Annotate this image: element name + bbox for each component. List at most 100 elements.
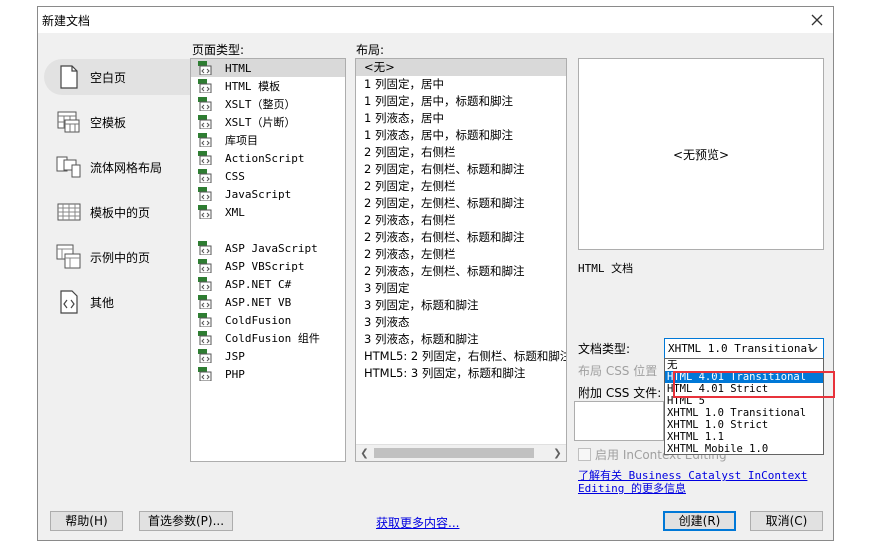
category-label: 空模板 — [90, 115, 127, 130]
incontext-checkbox[interactable] — [578, 448, 591, 461]
horizontal-scrollbar[interactable]: ❮ ❯ — [356, 444, 566, 461]
sample-page-icon — [56, 244, 82, 270]
file-icon — [198, 349, 212, 363]
file-icon — [198, 259, 212, 273]
layout-list[interactable]: <无> 1 列固定，居中 1 列固定，居中，标题和脚注 1 列液态，居中 1 列… — [355, 58, 567, 462]
list-item[interactable]: CSS — [191, 167, 345, 185]
help-button[interactable]: 帮助(H) — [50, 511, 123, 531]
layout-header: 布局: — [356, 43, 385, 57]
list-item[interactable]: JavaScript — [191, 185, 345, 203]
list-item[interactable]: ASP JavaScript — [191, 239, 345, 257]
layout-css-label: 布局 CSS 位置 — [578, 364, 658, 378]
list-item[interactable]: XSLT（整页） — [191, 95, 345, 113]
doctype-select[interactable]: XHTML 1.0 Transitional — [664, 338, 824, 359]
list-item[interactable]: 2 列液态，右侧栏 — [356, 212, 566, 229]
file-icon — [198, 61, 212, 75]
file-icon — [198, 97, 212, 111]
category-label: 模板中的页 — [90, 205, 151, 220]
list-item[interactable]: HTML5: 2 列固定，右侧栏、标题和脚注 — [356, 348, 566, 365]
attach-css-label: 附加 CSS 文件: — [578, 386, 662, 400]
dropdown-option[interactable]: XHTML Mobile 1.0 — [665, 443, 823, 455]
document-description: HTML 文档 — [578, 262, 634, 275]
page-type-list[interactable]: HTML HTML 模板 XSLT（整页） XSLT（片断） 库项目 Actio… — [190, 58, 346, 462]
list-item[interactable]: HTML 模板 — [191, 77, 345, 95]
fluid-grid-icon — [56, 154, 82, 180]
file-icon — [198, 187, 212, 201]
list-item[interactable]: ColdFusion — [191, 311, 345, 329]
category-page-from-sample[interactable]: 示例中的页 — [44, 239, 190, 275]
category-blank-page[interactable]: 空白页 — [44, 59, 190, 95]
dropdown-option[interactable]: 无 — [665, 359, 823, 371]
list-item[interactable]: 3 列固定 — [356, 280, 566, 297]
new-document-dialog: 新建文档 空白页 空模板 流体网格布局 模板中的页 示例中的页 其他 页面类型:… — [37, 6, 835, 541]
list-item[interactable]: 库项目 — [191, 131, 345, 149]
list-item[interactable]: 2 列固定，左侧栏、标题和脚注 — [356, 195, 566, 212]
business-catalyst-link[interactable]: 了解有关 Business Catalyst InContext Editing… — [578, 469, 808, 495]
category-label: 空白页 — [90, 70, 127, 85]
cancel-button[interactable]: 取消(C) — [750, 511, 823, 531]
file-icon — [198, 169, 212, 183]
category-label: 其他 — [90, 295, 115, 310]
list-item[interactable]: 3 列液态，标题和脚注 — [356, 331, 566, 348]
list-item[interactable]: 1 列固定，居中，标题和脚注 — [356, 93, 566, 110]
list-item[interactable]: ColdFusion 组件 — [191, 329, 345, 347]
dropdown-option[interactable]: XHTML 1.0 Strict — [665, 419, 823, 431]
list-item[interactable]: 3 列固定，标题和脚注 — [356, 297, 566, 314]
preview-text: <无预览> — [672, 147, 730, 162]
code-file-icon — [56, 289, 82, 315]
list-item[interactable]: ASP.NET VB — [191, 293, 345, 311]
file-icon — [198, 241, 212, 255]
category-blank-template[interactable]: 空模板 — [44, 104, 190, 140]
list-item[interactable]: 1 列液态，居中，标题和脚注 — [356, 127, 566, 144]
attached-css-list[interactable] — [574, 401, 664, 441]
dropdown-option[interactable]: XHTML 1.1 — [665, 431, 823, 443]
file-icon — [198, 331, 212, 345]
list-item[interactable]: JSP — [191, 347, 345, 365]
list-item[interactable]: ASP.NET C# — [191, 275, 345, 293]
category-other[interactable]: 其他 — [44, 284, 190, 320]
file-icon — [198, 115, 212, 129]
file-icon — [198, 151, 212, 165]
list-item[interactable]: HTML — [191, 59, 345, 77]
list-item[interactable]: 2 列液态，右侧栏、标题和脚注 — [356, 229, 566, 246]
category-label: 示例中的页 — [90, 250, 151, 265]
list-item[interactable]: 2 列固定，右侧栏、标题和脚注 — [356, 161, 566, 178]
list-item[interactable]: 1 列固定，居中 — [356, 76, 566, 93]
blank-template-icon — [56, 109, 82, 135]
doctype-label: 文档类型: — [578, 342, 631, 356]
list-item[interactable]: 2 列液态，左侧栏 — [356, 246, 566, 263]
preferences-button[interactable]: 首选参数(P)... — [139, 511, 233, 531]
page-type-header: 页面类型: — [192, 43, 245, 57]
scrollbar-thumb[interactable] — [374, 448, 534, 458]
list-item[interactable]: PHP — [191, 365, 345, 383]
chevron-down-icon — [808, 346, 818, 352]
dialog-title: 新建文档 — [42, 14, 91, 28]
file-icon — [198, 295, 212, 309]
create-button[interactable]: 创建(R) — [663, 511, 736, 531]
scroll-left-icon[interactable]: ❮ — [356, 445, 373, 461]
close-button[interactable] — [807, 10, 827, 30]
close-icon — [811, 14, 823, 26]
list-item[interactable]: ASP VBScript — [191, 257, 345, 275]
list-item[interactable]: XSLT（片断） — [191, 113, 345, 131]
blank-page-icon — [56, 64, 82, 90]
list-item[interactable]: <无> — [356, 59, 566, 76]
list-item[interactable]: XML — [191, 203, 345, 221]
list-item[interactable]: 3 列液态 — [356, 314, 566, 331]
category-label: 流体网格布局 — [90, 160, 163, 175]
get-more-content-link[interactable]: 获取更多内容... — [376, 514, 459, 531]
file-icon — [198, 205, 212, 219]
category-page-from-template[interactable]: 模板中的页 — [44, 194, 190, 230]
category-fluid-grid-layout[interactable]: 流体网格布局 — [44, 149, 190, 185]
scroll-right-icon[interactable]: ❯ — [549, 445, 566, 461]
list-item[interactable]: ActionScript — [191, 149, 345, 167]
highlight-annotation-box — [673, 371, 835, 398]
preview-pane: <无预览> — [578, 58, 824, 250]
list-item[interactable]: 2 列固定，右侧栏 — [356, 144, 566, 161]
list-item[interactable]: HTML5: 3 列固定，标题和脚注 — [356, 365, 566, 382]
list-item[interactable]: 1 列液态，居中 — [356, 110, 566, 127]
dropdown-option[interactable]: XHTML 1.0 Transitional — [665, 407, 823, 419]
list-item[interactable]: 2 列固定，左侧栏 — [356, 178, 566, 195]
doctype-selected-value: XHTML 1.0 Transitional — [668, 342, 814, 355]
list-item[interactable]: 2 列液态，左侧栏、标题和脚注 — [356, 263, 566, 280]
